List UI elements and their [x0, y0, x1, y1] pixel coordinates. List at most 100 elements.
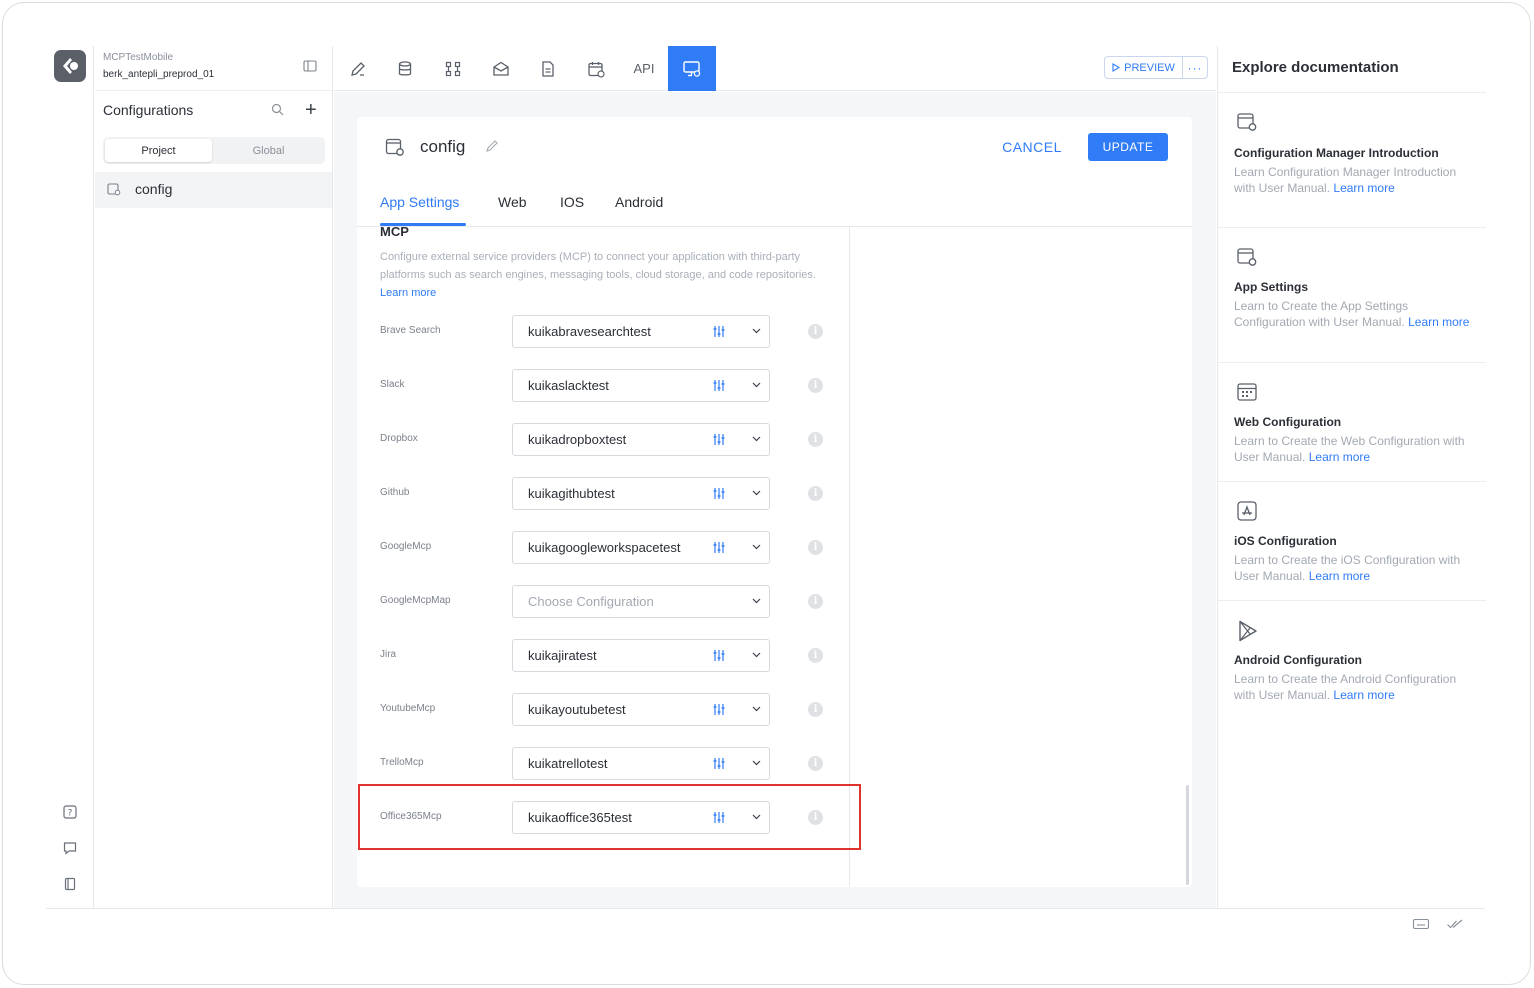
doc-description: Learn to Create the App Settings Configu…: [1234, 298, 1478, 330]
top-toolbar: API PREVIEW ···: [334, 46, 1216, 91]
info-icon[interactable]: i: [808, 432, 823, 447]
mcp-config-row: Dropbox kuikadropboxtest i: [357, 423, 849, 457]
mcp-config-row: YoutubeMcp kuikayoutubetest i: [357, 693, 849, 727]
tune-settings-icon[interactable]: [713, 379, 725, 392]
tab-app-settings[interactable]: App Settings: [380, 194, 459, 210]
mail-icon[interactable]: [477, 46, 525, 91]
help-icon[interactable]: ?: [60, 802, 80, 822]
learn-more-link[interactable]: Learn more: [1309, 569, 1370, 583]
docs-book-icon[interactable]: [60, 874, 80, 894]
configuration-select[interactable]: kuikayoutubetest: [512, 693, 770, 726]
mcp-provider-label: Brave Search: [380, 325, 441, 336]
info-icon[interactable]: i: [808, 324, 823, 339]
chevron-down-icon: [752, 760, 761, 766]
scrollbar[interactable]: [1186, 785, 1189, 885]
app-store-icon: [1236, 500, 1258, 522]
learn-more-link[interactable]: Learn more: [1309, 450, 1370, 464]
tune-settings-icon[interactable]: [713, 649, 725, 662]
svg-text:?: ?: [68, 809, 73, 819]
database-icon[interactable]: [381, 46, 429, 91]
doc-item-app-settings[interactable]: App Settings Learn to Create the App Set…: [1218, 227, 1486, 362]
tune-settings-icon[interactable]: [713, 703, 725, 716]
chevron-down-icon: [752, 382, 761, 388]
edit-title-icon[interactable]: [485, 139, 499, 153]
mcp-provider-label: TrelloMcp: [380, 757, 424, 768]
chevron-down-icon: [752, 328, 761, 334]
tab-ios[interactable]: IOS: [560, 194, 584, 210]
configuration-select[interactable]: kuikatrellotest: [512, 747, 770, 780]
api-tool-button[interactable]: API: [620, 46, 668, 91]
mcp-config-row: GoogleMcpMap Choose Configuration i: [357, 585, 849, 619]
selected-value: kuikadropboxtest: [528, 432, 627, 447]
cancel-button[interactable]: CANCEL: [997, 133, 1067, 161]
mcp-config-row: Jira kuikajiratest i: [357, 639, 849, 673]
document-icon[interactable]: [524, 46, 572, 91]
more-options-button[interactable]: ···: [1183, 57, 1207, 78]
doc-item-ios-configuration[interactable]: iOS Configuration Learn to Create the iO…: [1218, 481, 1486, 600]
configuration-select[interactable]: kuikadropboxtest: [512, 423, 770, 456]
branch-name: berk_antepli_preprod_01: [103, 69, 215, 80]
configuration-select[interactable]: kuikagoogleworkspacetest: [512, 531, 770, 564]
config-file-icon: [107, 182, 121, 196]
app-logo-icon[interactable]: [54, 50, 86, 82]
info-icon[interactable]: i: [808, 702, 823, 717]
preview-button[interactable]: PREVIEW: [1105, 57, 1183, 78]
doc-title: App Settings: [1234, 280, 1308, 294]
learn-more-link[interactable]: Learn more: [380, 287, 436, 299]
info-icon[interactable]: i: [808, 756, 823, 771]
doc-item-web-configuration[interactable]: Web Configuration Learn to Create the We…: [1218, 362, 1486, 481]
tab-android[interactable]: Android: [615, 194, 663, 210]
workflow-icon[interactable]: [429, 46, 477, 91]
doc-item-android-configuration[interactable]: Android Configuration Learn to Create th…: [1218, 600, 1486, 735]
selected-value: kuikabravesearchtest: [528, 324, 651, 339]
configuration-select[interactable]: kuikaslacktest: [512, 369, 770, 402]
doc-item-configuration-manager[interactable]: Configuration Manager Introduction Learn…: [1218, 92, 1486, 227]
design-icon[interactable]: [334, 46, 382, 91]
page-title: config: [420, 137, 466, 156]
play-store-icon: [1236, 619, 1260, 643]
select-placeholder: Choose Configuration: [528, 594, 654, 609]
info-icon[interactable]: i: [808, 594, 823, 609]
learn-more-link[interactable]: Learn more: [1408, 315, 1469, 329]
update-button[interactable]: UPDATE: [1088, 133, 1168, 161]
learn-more-link[interactable]: Learn more: [1333, 688, 1394, 702]
tune-settings-icon[interactable]: [713, 541, 725, 554]
tab-web[interactable]: Web: [498, 194, 527, 210]
scope-tab-project[interactable]: Project: [105, 139, 212, 162]
scope-tab-global[interactable]: Global: [215, 139, 322, 162]
calendar-icon[interactable]: [572, 46, 620, 91]
chevron-down-icon: [752, 598, 761, 604]
doc-description: Learn Configuration Manager Introduction…: [1234, 164, 1478, 196]
info-icon[interactable]: i: [808, 378, 823, 393]
info-icon[interactable]: i: [808, 648, 823, 663]
sidebar-item-config[interactable]: config: [95, 172, 332, 208]
info-icon[interactable]: i: [808, 486, 823, 501]
tune-settings-icon[interactable]: [713, 757, 725, 770]
chat-icon[interactable]: [60, 838, 80, 858]
tune-settings-icon[interactable]: [713, 487, 725, 500]
section-title: MCP: [380, 224, 409, 239]
mcp-config-row: TrelloMcp kuikatrellotest i: [357, 747, 849, 781]
configuration-select[interactable]: Choose Configuration: [512, 585, 770, 618]
selected-value: kuikagithubtest: [528, 486, 615, 501]
sidebar-toggle-icon[interactable]: [303, 59, 317, 73]
configuration-icon[interactable]: [668, 46, 716, 91]
platform-tabs: App Settings Web IOS Android: [357, 185, 1192, 227]
doc-title: Web Configuration: [1234, 415, 1342, 429]
info-icon[interactable]: i: [808, 540, 823, 555]
configuration-select[interactable]: kuikabravesearchtest: [512, 315, 770, 348]
search-icon[interactable]: [271, 103, 284, 116]
tune-settings-icon[interactable]: [713, 325, 725, 338]
chevron-down-icon: [752, 706, 761, 712]
configuration-select[interactable]: kuikagithubtest: [512, 477, 770, 510]
double-check-icon[interactable]: [1446, 917, 1464, 931]
selected-value: kuikagoogleworkspacetest: [528, 540, 681, 555]
keyboard-icon[interactable]: [1412, 917, 1430, 931]
preview-split-button: PREVIEW ···: [1104, 56, 1208, 79]
tune-settings-icon[interactable]: [713, 433, 725, 446]
configurations-sidebar: MCPTestMobile berk_antepli_preprod_01 Co…: [95, 46, 333, 908]
add-configuration-button[interactable]: +: [305, 100, 317, 120]
configuration-select[interactable]: kuikajiratest: [512, 639, 770, 672]
doc-title: Android Configuration: [1234, 653, 1362, 667]
learn-more-link[interactable]: Learn more: [1333, 181, 1394, 195]
